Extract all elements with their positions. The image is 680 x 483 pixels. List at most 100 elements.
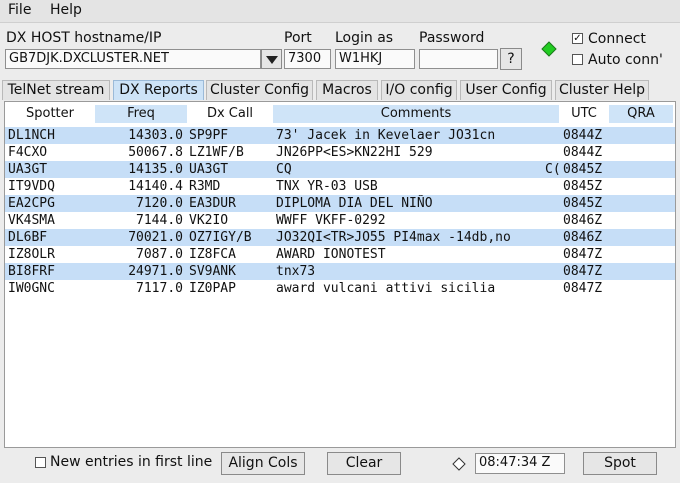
- cell-utc: 0847Z: [563, 247, 603, 262]
- tab-macros[interactable]: Macros: [316, 80, 378, 100]
- password-label: Password: [419, 30, 485, 46]
- cell-comment-extra: C(: [545, 162, 561, 177]
- autoconn-checkbox[interactable]: [572, 54, 583, 65]
- port-input[interactable]: 7300: [284, 49, 331, 69]
- connection-status-icon: [541, 41, 557, 57]
- cell-freq: 7087.0: [136, 247, 183, 262]
- cell-freq: 14303.0: [128, 128, 183, 143]
- cell-comment: 73' Jacek in Kevelaer JO31cn: [276, 128, 496, 143]
- cell-spotter: DL6BF: [8, 230, 48, 245]
- cell-utc: 0845Z: [563, 162, 603, 177]
- cell-freq: 7144.0: [136, 213, 183, 228]
- login-input[interactable]: W1HKJ: [335, 49, 415, 69]
- cell-call: EA3DUR: [189, 196, 236, 211]
- cell-call: VK2IO: [189, 213, 229, 228]
- table-row[interactable]: DL1NCH 14303.0 SP9PF 73' Jacek in Kevela…: [5, 127, 675, 144]
- cell-freq: 7117.0: [136, 281, 183, 296]
- tab-cluster-config[interactable]: Cluster Config: [206, 80, 313, 100]
- password-input[interactable]: [419, 49, 498, 69]
- cell-freq: 24971.0: [128, 264, 183, 279]
- cell-freq: 14140.4: [128, 179, 183, 194]
- cell-comment: JN26PP<ES>KN22HI 529: [276, 145, 433, 160]
- cell-spotter: EA2CPG: [8, 196, 55, 211]
- table-row[interactable]: VK4SMA 7144.0 VK2IO WWFF VKFF-0292 0846Z: [5, 212, 675, 229]
- cell-call: SP9PF: [189, 128, 229, 143]
- cell-spotter: UA3GT: [8, 162, 48, 177]
- column-header-dxcall[interactable]: Dx Call: [189, 105, 271, 123]
- cell-utc: 0844Z: [563, 145, 603, 160]
- dx-reports-panel: Spotter Freq Dx Call Comments UTC QRA DL…: [4, 101, 676, 448]
- menu-bar: File Help: [0, 0, 680, 23]
- cell-utc: 0847Z: [563, 264, 603, 279]
- activity-indicator-icon: [452, 457, 466, 471]
- cell-spotter: IT9VDQ: [8, 179, 55, 194]
- table-row[interactable]: DL6BF 70021.0 OZ7IGY/B JO32QI<TR>JO55 PI…: [5, 229, 675, 246]
- time-display: 08:47:34 Z: [475, 453, 565, 474]
- cell-call: IZ8FCA: [189, 247, 236, 262]
- connect-checkbox[interactable]: ✓: [572, 33, 583, 44]
- table-row[interactable]: EA2CPG 7120.0 EA3DUR DIPLOMA DIA DEL NIÑ…: [5, 195, 675, 212]
- menu-help[interactable]: Help: [50, 2, 82, 18]
- tab-telnet-stream[interactable]: TelNet stream: [2, 80, 110, 100]
- menu-file[interactable]: File: [8, 2, 31, 18]
- cell-comment: DIPLOMA DIA DEL NIÑO: [276, 196, 433, 211]
- cell-freq: 70021.0: [128, 230, 183, 245]
- cell-utc: 0846Z: [563, 213, 603, 228]
- tab-io-config[interactable]: I/O config: [381, 80, 457, 100]
- cell-call: R3MD: [189, 179, 221, 194]
- table-row[interactable]: IT9VDQ 14140.4 R3MD TNX YR-03 USB 0845Z: [5, 178, 675, 195]
- cell-spotter: VK4SMA: [8, 213, 55, 228]
- cell-call: UA3GT: [189, 162, 229, 177]
- tab-bar: TelNet stream DX Reports Cluster Config …: [0, 80, 680, 101]
- cell-spotter: BI8FRF: [8, 264, 55, 279]
- cell-comment: CQ: [276, 162, 292, 177]
- connect-label: Connect: [588, 31, 646, 47]
- cell-spotter: IZ8OLR: [8, 247, 55, 262]
- tab-dx-reports[interactable]: DX Reports: [113, 80, 204, 100]
- spot-button[interactable]: Spot: [583, 452, 657, 475]
- table-row[interactable]: UA3GT 14135.0 UA3GT CQ C( 0845Z: [5, 161, 675, 178]
- help-button[interactable]: ?: [500, 48, 522, 70]
- column-header-utc[interactable]: UTC: [561, 105, 607, 123]
- cell-call: LZ1WF/B: [189, 145, 244, 160]
- cell-call: SV9ANK: [189, 264, 236, 279]
- cell-spotter: DL1NCH: [8, 128, 55, 143]
- column-header-qra[interactable]: QRA: [609, 105, 673, 123]
- cell-utc: 0845Z: [563, 196, 603, 211]
- cell-utc: 0846Z: [563, 230, 603, 245]
- cell-spotter: F4CXO: [8, 145, 48, 160]
- table-row[interactable]: IW0GNC 7117.0 IZ0PAP award vulcani attiv…: [5, 280, 675, 297]
- table-row[interactable]: BI8FRF 24971.0 SV9ANK tnx73 0847Z: [5, 263, 675, 280]
- login-label: Login as: [335, 30, 394, 46]
- cell-utc: 0845Z: [563, 179, 603, 194]
- column-header-spotter[interactable]: Spotter: [7, 105, 93, 123]
- new-entries-checkbox[interactable]: [35, 457, 46, 468]
- align-cols-button[interactable]: Align Cols: [221, 452, 305, 475]
- cell-comment: TNX YR-03 USB: [276, 179, 378, 194]
- clear-button[interactable]: Clear: [327, 452, 401, 475]
- cell-comment: JO32QI<TR>JO55 PI4max -14db,no: [276, 230, 511, 245]
- cell-freq: 7120.0: [136, 196, 183, 211]
- cell-spotter: IW0GNC: [8, 281, 55, 296]
- cell-utc: 0844Z: [563, 128, 603, 143]
- chevron-down-icon: [265, 56, 278, 64]
- host-label: DX HOST hostname/IP: [6, 30, 162, 46]
- tab-user-config[interactable]: User Config: [460, 80, 552, 100]
- port-label: Port: [284, 30, 312, 46]
- table-row[interactable]: IZ8OLR 7087.0 IZ8FCA AWARD IONOTEST 0847…: [5, 246, 675, 263]
- cell-comment: tnx73: [276, 264, 316, 279]
- autoconn-label: Auto conn': [588, 52, 663, 68]
- cell-comment: award vulcani attivi sicilia: [276, 281, 496, 296]
- cell-call: IZ0PAP: [189, 281, 236, 296]
- cell-freq: 50067.8: [128, 145, 183, 160]
- tab-cluster-help[interactable]: Cluster Help: [555, 80, 649, 100]
- column-header-freq[interactable]: Freq: [95, 105, 187, 123]
- host-input[interactable]: GB7DJK.DXCLUSTER.NET: [5, 49, 261, 69]
- table-row[interactable]: F4CXO 50067.8 LZ1WF/B JN26PP<ES>KN22HI 5…: [5, 144, 675, 161]
- reports-list: DL1NCH 14303.0 SP9PF 73' Jacek in Kevela…: [5, 127, 675, 297]
- host-dropdown-button[interactable]: [261, 49, 282, 69]
- column-header-comments[interactable]: Comments: [273, 105, 559, 123]
- new-entries-label: New entries in first line: [50, 454, 213, 470]
- cell-comment: AWARD IONOTEST: [276, 247, 386, 262]
- cell-comment: WWFF VKFF-0292: [276, 213, 386, 228]
